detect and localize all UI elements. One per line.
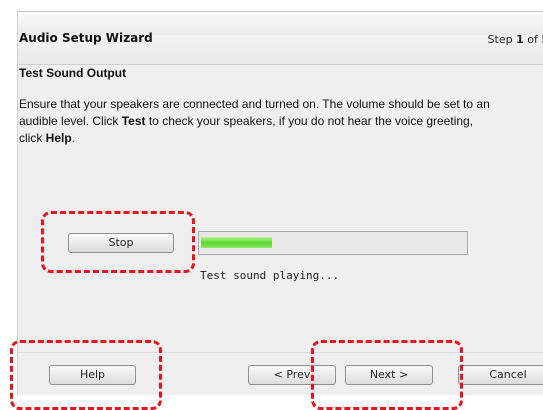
help-highlight-callout	[10, 340, 162, 410]
cancel-button[interactable]: Cancel	[458, 365, 543, 385]
help-keyword: Help	[45, 131, 72, 145]
step-current: 1	[516, 33, 524, 46]
wizard-title: Audio Setup Wizard	[19, 31, 153, 45]
stop-highlight-callout	[41, 211, 195, 273]
step-indicator: Step 1 of 5	[488, 33, 543, 46]
test-status-text: Test sound playing...	[200, 269, 340, 282]
section-title: Test Sound Output	[19, 66, 127, 80]
instructions-text: Ensure that your speakers are connected …	[19, 96, 497, 147]
next-highlight-callout	[311, 340, 463, 410]
instructions-part-3: .	[71, 131, 76, 145]
test-keyword: Test	[121, 114, 146, 128]
step-separator: of	[523, 33, 542, 46]
test-progress-bar	[198, 231, 468, 255]
test-progress-fill	[201, 237, 272, 248]
step-prefix: Step	[487, 33, 517, 46]
